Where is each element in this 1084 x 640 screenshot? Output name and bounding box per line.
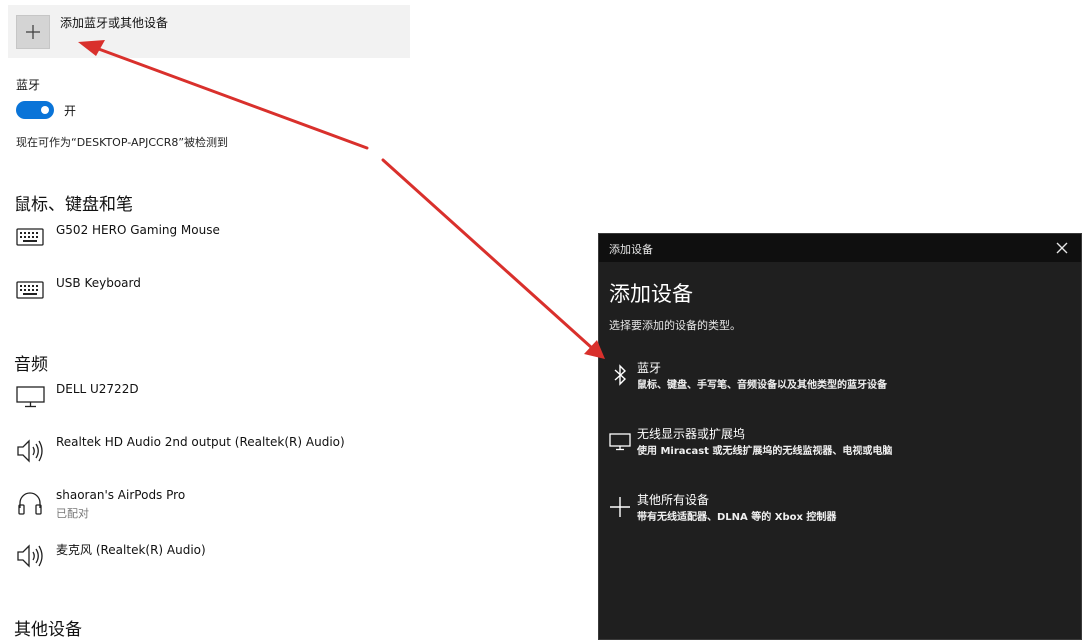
speaker-icon [17, 544, 43, 568]
device-realtek-output[interactable]: Realtek HD Audio 2nd output (Realtek(R) … [56, 435, 345, 449]
toggle-knob [41, 106, 49, 114]
bluetooth-toggle[interactable] [16, 101, 54, 119]
add-device-button[interactable] [16, 15, 50, 49]
dialog-subtitle: 选择要添加的设备的类型。 [609, 319, 741, 332]
option-title: 蓝牙 [637, 361, 662, 375]
plus-icon [26, 25, 40, 39]
keyboard-icon [16, 228, 44, 246]
device-mouse[interactable]: G502 HERO Gaming Mouse [56, 223, 220, 237]
monitor-icon [609, 433, 631, 451]
speaker-icon [17, 439, 43, 463]
dialog-window-title: 添加设备 [609, 243, 653, 256]
close-icon[interactable] [1055, 241, 1069, 255]
device-airpods[interactable]: shaoran's AirPods Pro [56, 488, 185, 502]
discoverable-text: 现在可作为“DESKTOP-APJCCR8”被检测到 [16, 136, 229, 149]
device-microphone[interactable]: 麦克风 (Realtek(R) Audio) [56, 541, 206, 558]
option-bluetooth[interactable]: 蓝牙 鼠标、键盘、手写笔、音频设备以及其他类型的蓝牙设备 [605, 358, 1075, 412]
option-description: 鼠标、键盘、手写笔、音频设备以及其他类型的蓝牙设备 [637, 380, 887, 391]
arrow-line-to-bluetooth-option [381, 158, 594, 350]
add-device-label[interactable]: 添加蓝牙或其他设备 [60, 14, 168, 31]
option-other-devices[interactable]: 其他所有设备 带有无线适配器、DLNA 等的 Xbox 控制器 [605, 490, 1075, 544]
plus-icon [610, 497, 630, 517]
bluetooth-label: 蓝牙 [16, 78, 41, 92]
option-description: 带有无线适配器、DLNA 等的 Xbox 控制器 [637, 512, 837, 523]
option-wireless-display[interactable]: 无线显示器或扩展坞 使用 Miracast 或无线扩展坞的无线监视器、电视或电脑 [605, 424, 1075, 478]
keyboard-icon [16, 281, 44, 299]
arrow-line-to-add-button [94, 46, 369, 150]
option-title: 无线显示器或扩展坞 [637, 427, 746, 441]
device-monitor[interactable]: DELL U2722D [56, 382, 139, 396]
dialog-titlebar: 添加设备 [599, 234, 1081, 262]
dialog-heading: 添加设备 [609, 282, 693, 306]
option-description: 使用 Miracast 或无线扩展坞的无线监视器、电视或电脑 [637, 446, 893, 457]
device-airpods-status: 已配对 [56, 507, 89, 520]
headphones-icon [18, 492, 42, 515]
device-keyboard[interactable]: USB Keyboard [56, 276, 141, 290]
section-mouse-keyboard-pen: 鼠标、键盘和笔 [14, 195, 133, 215]
bluetooth-toggle-state: 开 [64, 104, 77, 118]
monitor-icon [16, 386, 45, 408]
add-device-row[interactable] [8, 5, 410, 58]
bluetooth-icon [614, 364, 627, 386]
add-device-dialog: 添加设备 添加设备 选择要添加的设备的类型。 蓝牙 鼠标、键盘、手写笔、音频设备… [598, 233, 1082, 640]
option-title: 其他所有设备 [637, 493, 710, 507]
section-audio: 音频 [14, 355, 48, 375]
section-other-devices: 其他设备 [14, 620, 82, 640]
